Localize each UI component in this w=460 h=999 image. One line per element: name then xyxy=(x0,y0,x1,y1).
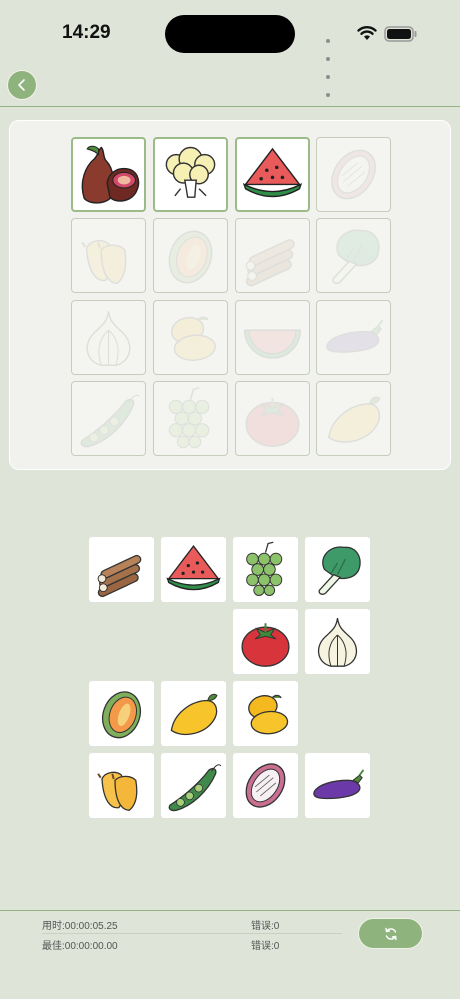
yam-icon xyxy=(245,239,295,287)
watermelon-slice-icon xyxy=(244,329,301,359)
mango-single-icon xyxy=(327,396,381,443)
board-slot-banana[interactable] xyxy=(71,218,146,293)
cantaloupe-icon xyxy=(101,691,142,739)
board-slot-tomato[interactable] xyxy=(235,381,310,456)
grapes-icon xyxy=(246,541,283,596)
refresh-icon xyxy=(384,927,397,940)
board-slot-eggplant[interactable] xyxy=(316,300,391,375)
chevron-left-icon xyxy=(18,79,25,91)
reset-button[interactable] xyxy=(358,918,423,949)
battery-icon xyxy=(384,26,417,42)
time-row: 用时:00:00:05.25 错误:0 xyxy=(42,917,342,932)
piece-bok-choy[interactable] xyxy=(305,537,370,602)
fig-icon xyxy=(81,145,140,204)
wifi-icon xyxy=(357,26,377,40)
header-divider xyxy=(0,106,460,107)
banana-icon xyxy=(97,771,138,811)
board-slot-watermelon-slice[interactable] xyxy=(235,300,310,375)
piece-mango-single[interactable] xyxy=(161,681,226,746)
piece-banana[interactable] xyxy=(89,753,154,818)
pea-pod-icon xyxy=(80,394,140,448)
dragon-fruit-icon xyxy=(245,763,286,808)
grapes-icon xyxy=(168,387,210,449)
mango-single-icon xyxy=(170,693,218,736)
signal-icon xyxy=(326,30,332,102)
error-value: 0 xyxy=(273,921,280,932)
eggplant-icon xyxy=(313,769,365,800)
piece-eggplant[interactable] xyxy=(305,753,370,818)
board-slot-cantaloupe[interactable] xyxy=(153,218,228,293)
watermelon-icon xyxy=(242,147,303,198)
board-slot-mango-single[interactable] xyxy=(316,381,391,456)
piece-grapes[interactable] xyxy=(233,537,298,602)
back-button[interactable] xyxy=(7,70,37,100)
tomato-icon xyxy=(241,623,290,667)
cauliflower-icon xyxy=(165,146,216,198)
piece-watermelon[interactable] xyxy=(161,537,226,602)
board-slot-bok-choy[interactable] xyxy=(316,218,391,293)
error-label: 错误: xyxy=(251,941,274,952)
eggplant-icon xyxy=(326,319,384,353)
time-label: 用时: xyxy=(42,921,65,932)
piece-cantaloupe[interactable] xyxy=(89,681,154,746)
best-row: 最佳:00:00:00.00 错误:0 xyxy=(42,937,342,952)
error-label: 错误: xyxy=(251,921,274,932)
yam-icon xyxy=(97,554,142,598)
piece-tomato[interactable] xyxy=(233,609,298,674)
time-value: 00:00:05.25 xyxy=(64,921,118,932)
dragon-fruit-icon xyxy=(331,149,376,200)
footer-row-divider xyxy=(42,933,342,934)
target-board xyxy=(9,120,451,470)
banana-icon xyxy=(81,239,127,284)
tomato-icon xyxy=(245,398,300,447)
piece-garlic[interactable] xyxy=(305,609,370,674)
garlic-icon xyxy=(86,311,131,366)
watermelon-icon xyxy=(166,545,221,591)
bok-choy-icon xyxy=(318,546,361,595)
best-label: 最佳: xyxy=(42,941,65,952)
mango-icon xyxy=(248,694,289,735)
board-slot-fig[interactable] xyxy=(71,137,146,212)
error-value: 0 xyxy=(273,941,280,952)
board-slot-dragon-fruit[interactable] xyxy=(316,137,391,212)
bok-choy-icon xyxy=(332,229,380,285)
piece-pea-pod[interactable] xyxy=(161,753,226,818)
board-slot-cauliflower[interactable] xyxy=(153,137,228,212)
board-slot-watermelon[interactable] xyxy=(235,137,310,212)
cantaloupe-icon xyxy=(168,230,213,284)
board-slot-grapes[interactable] xyxy=(153,381,228,456)
board-slot-pea-pod[interactable] xyxy=(71,381,146,456)
piece-dragon-fruit[interactable] xyxy=(233,753,298,818)
mango-icon xyxy=(171,316,217,361)
piece-mango[interactable] xyxy=(233,681,298,746)
footer-divider xyxy=(0,910,460,911)
board-slot-yam[interactable] xyxy=(235,218,310,293)
board-slot-garlic[interactable] xyxy=(71,300,146,375)
board-slot-mango[interactable] xyxy=(153,300,228,375)
status-time: 14:29 xyxy=(62,22,111,43)
garlic-icon xyxy=(317,618,358,667)
dynamic-island xyxy=(165,15,295,53)
piece-yam[interactable] xyxy=(89,537,154,602)
best-value: 00:00:00.00 xyxy=(64,941,118,952)
pea-pod-icon xyxy=(168,764,222,812)
